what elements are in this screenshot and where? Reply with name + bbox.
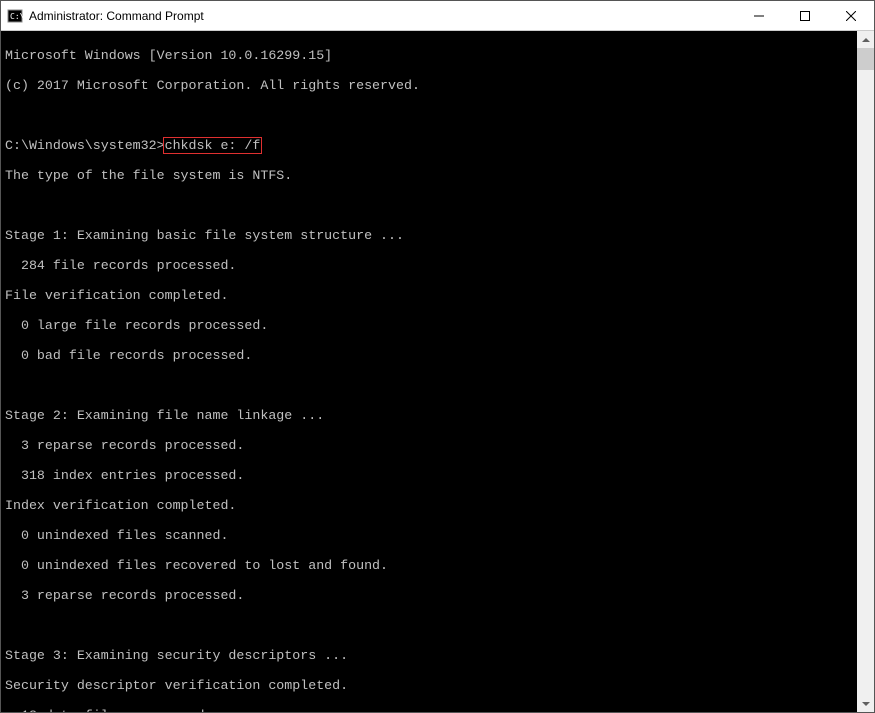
scroll-thumb[interactable]	[857, 48, 874, 70]
output-line: 0 unindexed files scanned.	[5, 528, 870, 543]
prompt-prefix: C:\Windows\system32>	[5, 138, 165, 153]
command-highlight: chkdsk e: /f	[163, 137, 263, 154]
console-area[interactable]: Microsoft Windows [Version 10.0.16299.15…	[1, 31, 874, 712]
output-line: Stage 3: Examining security descriptors …	[5, 648, 870, 663]
output-line: Stage 1: Examining basic file system str…	[5, 228, 870, 243]
output-line: Index verification completed.	[5, 498, 870, 513]
output-line: 318 index entries processed.	[5, 468, 870, 483]
close-button[interactable]	[828, 1, 874, 30]
output-line: (c) 2017 Microsoft Corporation. All righ…	[5, 78, 870, 93]
output-line: 3 reparse records processed.	[5, 438, 870, 453]
output-line: Security descriptor verification complet…	[5, 678, 870, 693]
output-line: 284 file records processed.	[5, 258, 870, 273]
output-line: 0 unindexed files recovered to lost and …	[5, 558, 870, 573]
scroll-down-arrow[interactable]	[857, 695, 874, 712]
output-line: 0 bad file records processed.	[5, 348, 870, 363]
output-line	[5, 618, 870, 633]
scroll-up-arrow[interactable]	[857, 31, 874, 48]
minimize-button[interactable]	[736, 1, 782, 30]
output-line	[5, 108, 870, 123]
command-text: chkdsk e: /f	[165, 138, 261, 153]
output-line: 18 data files processed.	[5, 708, 870, 712]
window-controls	[736, 1, 874, 30]
output-line: Microsoft Windows [Version 10.0.16299.15…	[5, 48, 870, 63]
titlebar[interactable]: C:\ Administrator: Command Prompt	[1, 1, 874, 31]
output-line	[5, 378, 870, 393]
output-line: 3 reparse records processed.	[5, 588, 870, 603]
maximize-button[interactable]	[782, 1, 828, 30]
scroll-track[interactable]	[857, 48, 874, 695]
window-title: Administrator: Command Prompt	[29, 9, 736, 23]
output-line	[5, 198, 870, 213]
svg-text:C:\: C:\	[10, 12, 23, 21]
vertical-scrollbar[interactable]	[857, 31, 874, 712]
cmd-icon: C:\	[7, 8, 23, 24]
prompt-line: C:\Windows\system32>chkdsk e: /f	[5, 138, 870, 153]
output-line: The type of the file system is NTFS.	[5, 168, 870, 183]
output-line: File verification completed.	[5, 288, 870, 303]
output-line: Stage 2: Examining file name linkage ...	[5, 408, 870, 423]
output-line: 0 large file records processed.	[5, 318, 870, 333]
